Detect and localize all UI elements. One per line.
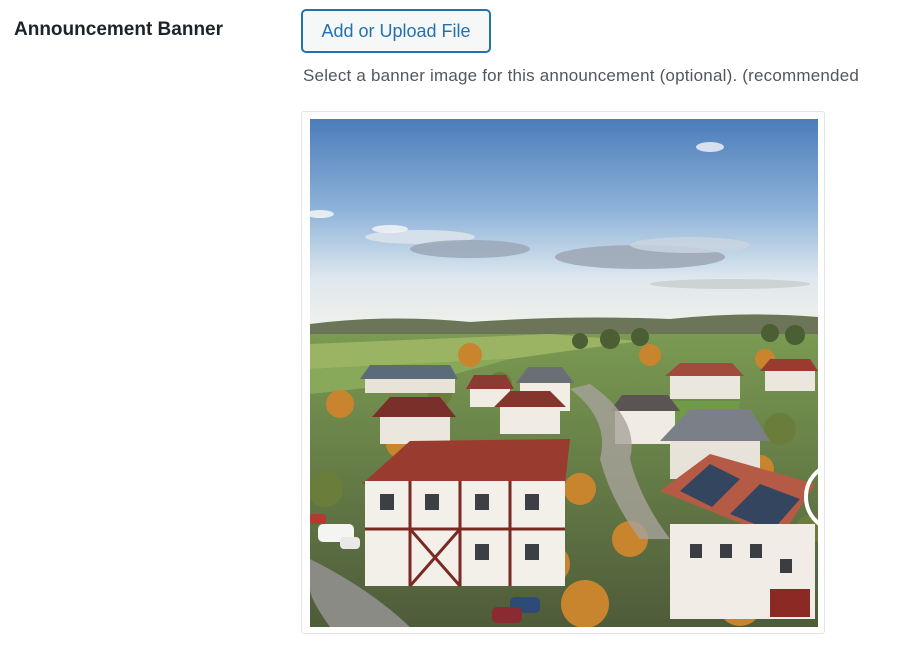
field-label: Announcement Banner [14,19,224,40]
add-or-upload-file-button[interactable]: Add or Upload File [301,9,491,53]
banner-preview [301,111,825,634]
field-description: Select a banner image for this announcem… [303,66,860,85]
banner-image[interactable] [310,119,818,627]
